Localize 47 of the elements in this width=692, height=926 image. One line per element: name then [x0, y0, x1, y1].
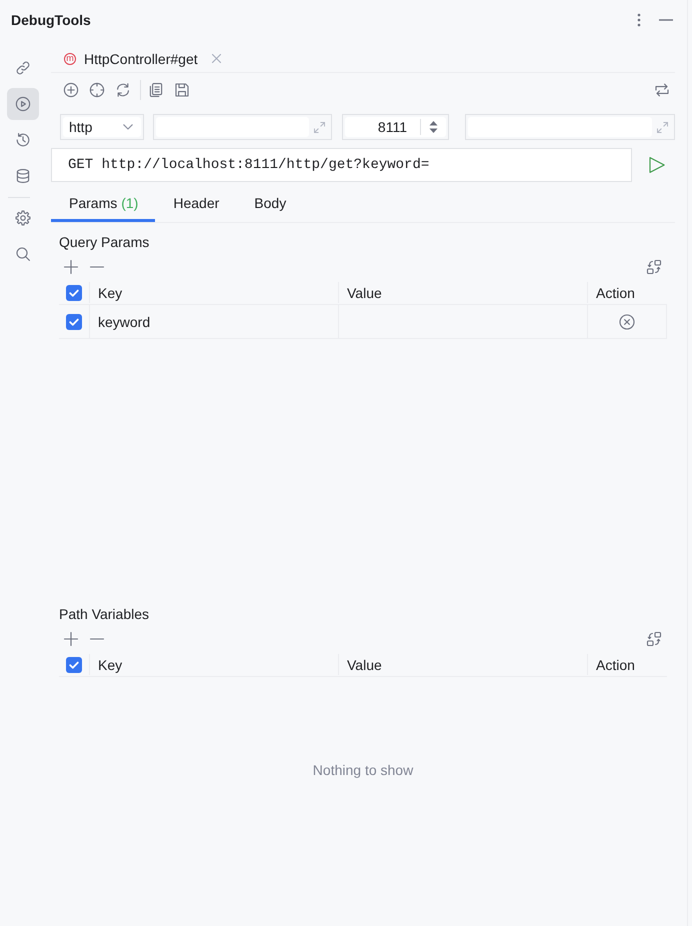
save-icon[interactable] [174, 82, 190, 98]
chevron-down-icon[interactable] [123, 124, 133, 130]
add-circle-icon[interactable] [63, 82, 79, 98]
section-title: Path Variables [59, 605, 150, 623]
protocol-dropdown[interactable]: http [60, 114, 144, 140]
panel-title: DebugTools [11, 12, 92, 28]
settings-icon[interactable] [15, 210, 31, 226]
checkbox[interactable] [66, 656, 82, 672]
repeat-icon[interactable] [654, 82, 670, 98]
minimize-icon[interactable] [659, 19, 673, 21]
empty-message: Nothing to show [312, 762, 414, 778]
checkbox[interactable] [66, 314, 82, 330]
database-icon[interactable] [15, 168, 31, 184]
port-field[interactable]: 8111 [342, 114, 449, 140]
search-icon[interactable] [15, 246, 31, 262]
column-header: Key [98, 284, 122, 300]
more-options-icon[interactable] [637, 13, 641, 27]
table-cell: keyword [98, 314, 150, 330]
link-icon[interactable] [15, 60, 31, 76]
column-header: Key [98, 656, 122, 672]
crosshair-icon[interactable] [89, 82, 105, 98]
column-header: Action [596, 284, 635, 300]
history-icon[interactable] [15, 132, 31, 148]
checkbox[interactable] [66, 284, 82, 300]
sidebar-button[interactable] [7, 88, 39, 120]
close-circle-icon[interactable] [619, 314, 635, 330]
tab[interactable]: Body [236, 184, 304, 222]
method-badge: m [64, 52, 76, 64]
plus-icon[interactable] [63, 259, 79, 275]
copy-icon[interactable] [148, 82, 164, 98]
refresh-icon[interactable] [115, 82, 131, 98]
plus-icon[interactable] [63, 631, 79, 647]
convert-icon[interactable] [646, 631, 662, 647]
spinner-arrows-icon[interactable] [429, 120, 438, 134]
tab[interactable]: Header [155, 184, 236, 222]
editor-tab[interactable]: m HttpController#get [51, 45, 225, 72]
play-circle-icon[interactable] [15, 96, 31, 112]
tab[interactable]: Params (1) [51, 184, 156, 222]
convert-icon[interactable] [646, 259, 662, 275]
section-title: Query Params [59, 233, 150, 251]
column-header: Value [347, 656, 382, 672]
column-header: Action [596, 656, 635, 672]
host-field[interactable] [153, 114, 332, 140]
run-icon[interactable] [648, 156, 666, 174]
url-field[interactable]: GET http://localhost:8111/http/get?keyword= [51, 148, 632, 182]
input-field[interactable] [465, 114, 675, 140]
column-header: Value [347, 284, 382, 300]
